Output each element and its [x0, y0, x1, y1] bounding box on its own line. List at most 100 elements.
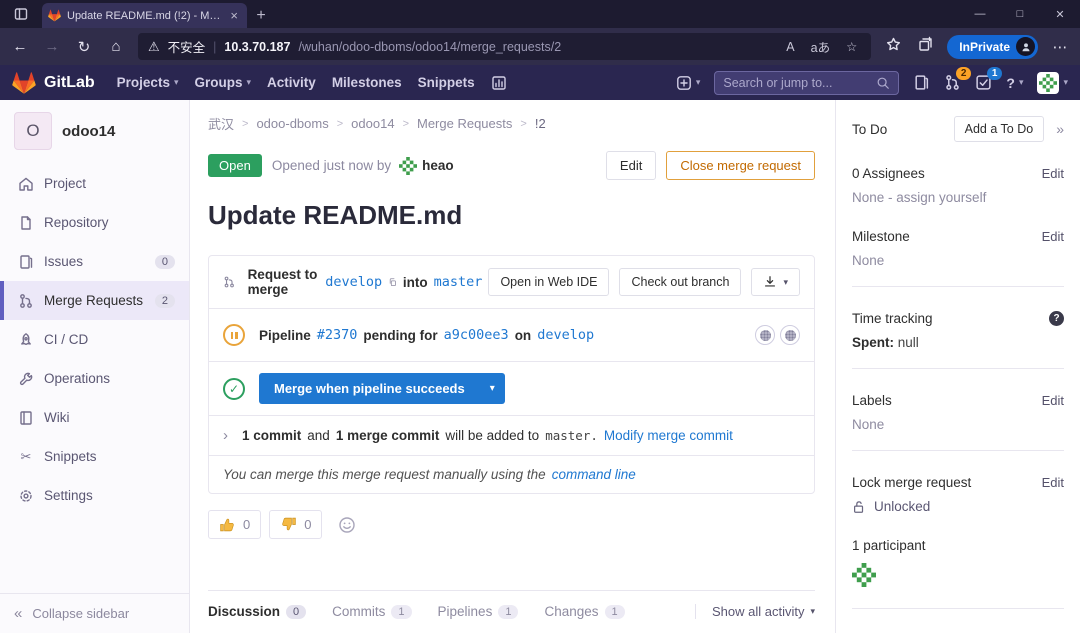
commit-sha-link[interactable]: a9c00ee3: [444, 327, 509, 343]
collections-icon[interactable]: [915, 36, 935, 57]
chevron-down-icon: ▾: [783, 277, 788, 288]
sidebar-item-merge-requests[interactable]: Merge Requests 2: [0, 281, 189, 320]
search-box[interactable]: [714, 71, 899, 95]
assignees-value[interactable]: None - assign yourself: [852, 190, 1064, 205]
vertical-tabs-button[interactable]: [0, 0, 42, 28]
add-todo-button[interactable]: Add a To Do: [954, 116, 1045, 142]
read-aloud-icon[interactable]: A: [782, 40, 798, 54]
issues-dashboard-button[interactable]: [913, 74, 930, 91]
lock-edit-link[interactable]: Edit: [1042, 475, 1064, 490]
window-close-button[interactable]: ✕: [1040, 0, 1080, 28]
forward-button[interactable]: →: [42, 38, 62, 55]
help-menu-button[interactable]: ? ▾: [1006, 75, 1023, 91]
assignees-edit-link[interactable]: Edit: [1042, 166, 1064, 181]
author-avatar[interactable]: [399, 157, 417, 175]
merge-commit-count: 1 merge commit: [336, 428, 440, 443]
source-branch[interactable]: develop: [325, 274, 382, 290]
maximize-button[interactable]: □: [1000, 0, 1040, 28]
pipeline-stage-icon[interactable]: [755, 325, 775, 345]
address-bar[interactable]: ⚠ 不安全 | 10.3.70.187 /wuhan/odoo-dboms/od…: [138, 33, 871, 60]
favorites-icon[interactable]: [883, 36, 903, 57]
command-line-link[interactable]: command line: [552, 467, 636, 482]
user-menu-button[interactable]: ▾: [1037, 72, 1068, 94]
analytics-icon[interactable]: [491, 75, 507, 91]
sidebar-item-label: Merge Requests: [44, 293, 143, 308]
breadcrumb-merge-requests[interactable]: Merge Requests: [417, 116, 512, 131]
scissors-icon: ✂: [18, 449, 34, 465]
collapse-sidebar-button[interactable]: « Collapse sidebar: [0, 593, 189, 633]
nav-projects-label: Projects: [117, 75, 170, 90]
milestone-edit-link[interactable]: Edit: [1042, 229, 1064, 244]
merge-requests-button[interactable]: 2: [944, 74, 961, 91]
expand-chevron-icon[interactable]: ›: [223, 427, 228, 444]
sidebar-item-settings[interactable]: Settings: [0, 476, 189, 515]
tab-close-icon[interactable]: ×: [227, 8, 241, 23]
show-all-activity-dropdown[interactable]: Show all activity ▾: [695, 604, 815, 619]
help-question-icon[interactable]: ?: [1049, 311, 1064, 326]
translate-icon[interactable]: aあ: [807, 37, 834, 56]
home-button[interactable]: ⌂: [106, 38, 126, 55]
divider: [852, 368, 1064, 369]
merge-options-dropdown[interactable]: ▾: [480, 373, 505, 404]
thumbs-up-button[interactable]: 0: [208, 510, 261, 539]
add-favorite-icon[interactable]: ☆: [842, 39, 861, 54]
nav-groups[interactable]: Groups▾: [194, 75, 251, 90]
nav-snippets[interactable]: Snippets: [418, 75, 475, 90]
assignees-section: 0 Assignees Edit None - assign yourself: [852, 166, 1064, 205]
sidebar-item-issues[interactable]: Issues 0: [0, 242, 189, 281]
breadcrumb-project[interactable]: odoo14: [351, 116, 394, 131]
thumbs-down-button[interactable]: 0: [269, 510, 322, 539]
refresh-button[interactable]: ↻: [74, 38, 94, 56]
todos-button[interactable]: 1: [975, 74, 992, 91]
add-reaction-button[interactable]: [338, 516, 356, 534]
nav-milestones-label: Milestones: [332, 75, 402, 90]
nav-activity[interactable]: Activity: [267, 75, 316, 90]
search-input[interactable]: [723, 76, 876, 90]
tab-pipelines[interactable]: Pipelines 1: [438, 604, 519, 619]
author-name[interactable]: heao: [422, 158, 454, 173]
breadcrumb-group[interactable]: 武汉: [208, 114, 234, 133]
back-button[interactable]: ←: [10, 38, 30, 55]
check-out-branch-button[interactable]: Check out branch: [619, 268, 741, 296]
gitlab-brand-name: GitLab: [44, 74, 95, 92]
minimize-button[interactable]: —: [960, 0, 1000, 28]
sidebar-item-operations[interactable]: Operations: [0, 359, 189, 398]
copy-icon[interactable]: [388, 275, 397, 289]
project-context-header[interactable]: O odoo14: [0, 100, 189, 164]
nav-projects[interactable]: Projects▾: [117, 75, 179, 90]
labels-section: Labels Edit None: [852, 393, 1064, 432]
pipeline-branch-link[interactable]: develop: [537, 327, 594, 343]
merge-when-pipeline-succeeds-button[interactable]: Merge when pipeline succeeds: [259, 373, 480, 404]
collapse-right-sidebar-icon[interactable]: »: [1056, 121, 1064, 137]
tab-discussion[interactable]: Discussion 0: [208, 604, 306, 619]
pipeline-id-link[interactable]: #2370: [317, 327, 358, 343]
tab-commits[interactable]: Commits 1: [332, 604, 411, 619]
new-menu-button[interactable]: ▾: [676, 75, 701, 91]
browser-menu-icon[interactable]: ⋯: [1050, 38, 1070, 56]
close-merge-request-button[interactable]: Close merge request: [666, 151, 815, 180]
breadcrumb-subgroup[interactable]: odoo-dboms: [256, 116, 328, 131]
tab-changes[interactable]: Changes 1: [544, 604, 624, 619]
inprivate-badge[interactable]: InPrivate: [947, 35, 1038, 59]
sidebar-item-wiki[interactable]: Wiki: [0, 398, 189, 437]
new-tab-button[interactable]: +: [247, 3, 275, 28]
edit-button[interactable]: Edit: [606, 151, 656, 180]
participant-avatar[interactable]: [852, 563, 1064, 590]
pipeline-stage-icon[interactable]: [780, 325, 800, 345]
smiley-icon: [338, 516, 356, 534]
merge-request-page: 武汉 > odoo-dboms > odoo14 > Merge Request…: [190, 100, 835, 633]
target-branch[interactable]: master: [434, 274, 483, 290]
browser-tab[interactable]: Update README.md (!2) - Merg ×: [42, 3, 247, 28]
sidebar-item-repository[interactable]: Repository: [0, 203, 189, 242]
security-label[interactable]: 不安全: [168, 37, 206, 56]
thumbs-down-count: 0: [304, 517, 311, 532]
modify-merge-commit-link[interactable]: Modify merge commit: [604, 428, 733, 443]
download-dropdown-button[interactable]: ▾: [751, 268, 800, 296]
labels-edit-link[interactable]: Edit: [1042, 393, 1064, 408]
sidebar-item-snippets[interactable]: ✂ Snippets: [0, 437, 189, 476]
sidebar-item-ci-cd[interactable]: CI / CD: [0, 320, 189, 359]
sidebar-item-project[interactable]: Project: [0, 164, 189, 203]
gitlab-brand[interactable]: GitLab: [12, 71, 95, 95]
nav-milestones[interactable]: Milestones: [332, 75, 402, 90]
open-in-web-ide-button[interactable]: Open in Web IDE: [488, 268, 609, 296]
